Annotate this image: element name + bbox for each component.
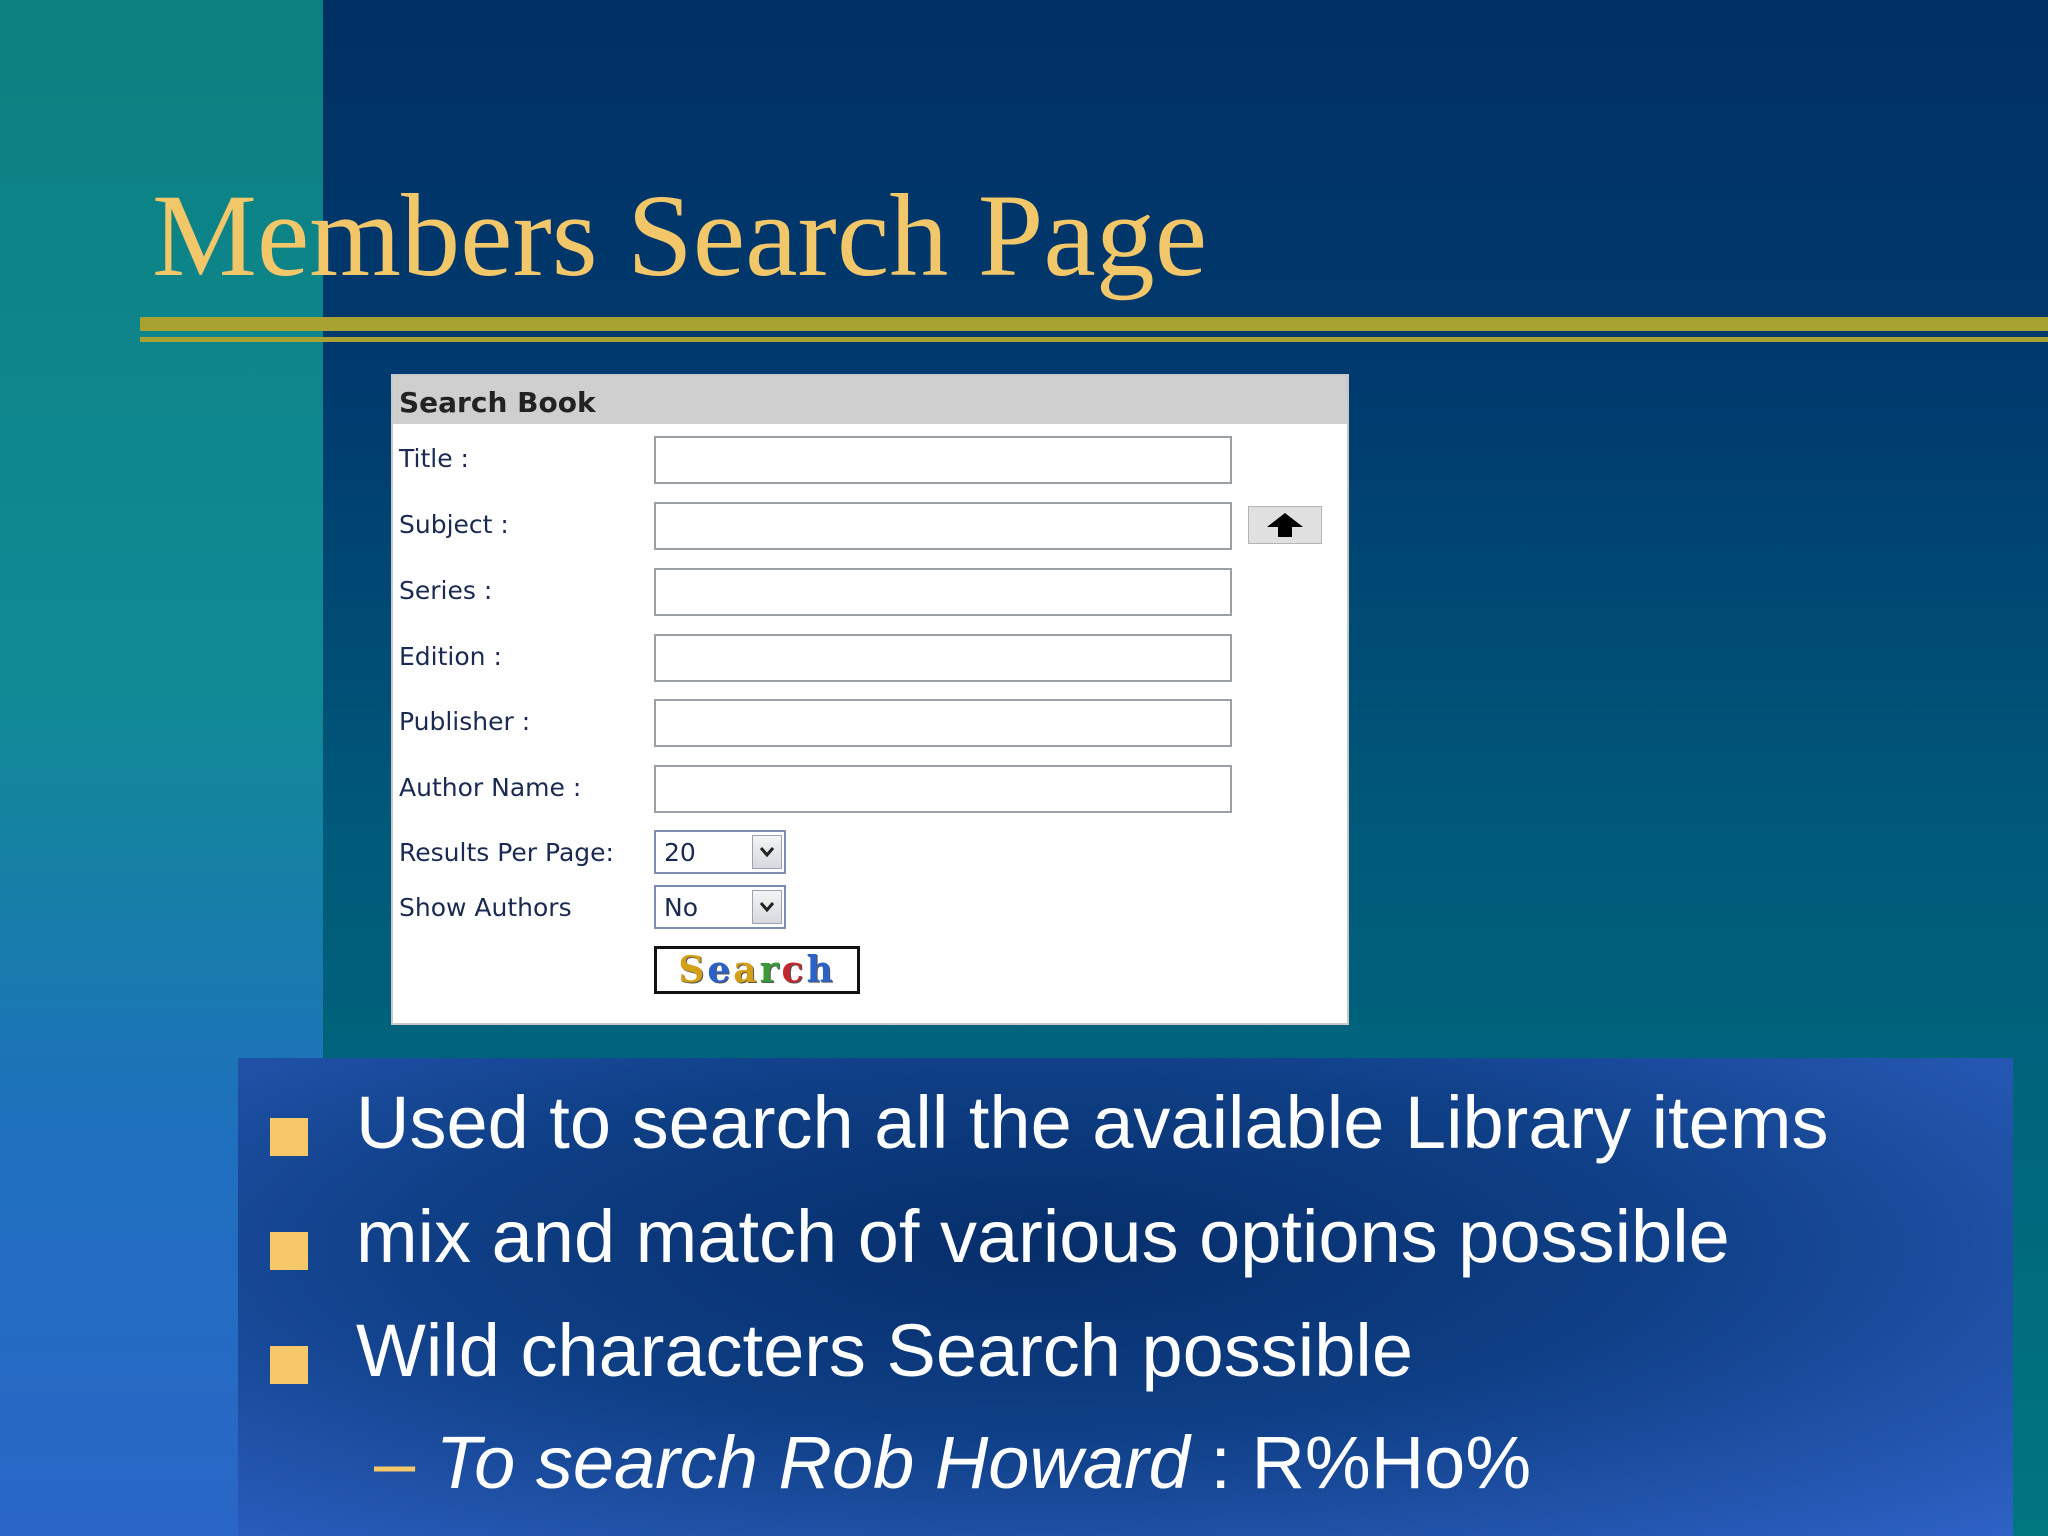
search-button-label: Search: [678, 949, 836, 991]
bullet-marker: [270, 1232, 308, 1270]
results-per-page-select[interactable]: 20: [654, 830, 786, 874]
bullet-text: Wild characters Search possible: [356, 1309, 1413, 1392]
subject-input[interactable]: [654, 502, 1232, 550]
bullet-text: Used to search all the available Library…: [356, 1081, 1829, 1164]
search-book-panel: Search Book Title : Subject : Series : E…: [391, 374, 1349, 1025]
subject-label: Subject :: [399, 510, 509, 539]
title-input[interactable]: [654, 436, 1232, 484]
panel-header: Search Book: [393, 376, 1347, 424]
sub-bullet-italic-text: To search Rob Howard: [435, 1421, 1190, 1504]
bullet-marker: [270, 1346, 308, 1384]
edition-label: Edition :: [399, 642, 502, 671]
search-button[interactable]: Search: [654, 946, 860, 994]
publisher-input[interactable]: [654, 699, 1232, 747]
bullet-marker: [270, 1118, 308, 1156]
publisher-label: Publisher :: [399, 707, 531, 736]
edition-row: Edition :: [393, 634, 1347, 686]
series-input[interactable]: [654, 568, 1232, 616]
show-authors-value: No: [664, 893, 698, 922]
bullet-text: mix and match of various options possibl…: [356, 1195, 1730, 1278]
author-name-row: Author Name :: [393, 765, 1347, 817]
title-rule-thin: [140, 337, 2048, 342]
sub-list-item: – To search Rob Howard : R%Ho%: [374, 1420, 1531, 1505]
subject-picker-button[interactable]: [1248, 506, 1322, 544]
slide-title: Members Search Page: [152, 170, 1208, 301]
title-label: Title :: [399, 444, 469, 473]
sub-bullet-example: : R%Ho%: [1189, 1421, 1532, 1504]
title-rule-thick: [140, 317, 2048, 331]
show-authors-label: Show Authors: [399, 893, 572, 922]
show-authors-select[interactable]: No: [654, 885, 786, 929]
publisher-row: Publisher :: [393, 699, 1347, 751]
sub-bullet-dash: –: [374, 1421, 416, 1504]
results-per-page-row: Results Per Page: 20: [393, 830, 1347, 882]
chevron-down-icon: [759, 902, 775, 913]
results-per-page-label: Results Per Page:: [399, 838, 614, 867]
bullet-list: Used to search all the available Library…: [238, 1058, 2013, 1536]
subject-row: Subject :: [393, 502, 1347, 554]
results-per-page-value: 20: [664, 838, 696, 867]
up-arrow-icon: [1267, 513, 1303, 537]
series-row: Series :: [393, 568, 1347, 620]
results-per-page-dropdown-button[interactable]: [752, 835, 782, 869]
show-authors-dropdown-button[interactable]: [752, 890, 782, 924]
show-authors-row: Show Authors No: [393, 885, 1347, 937]
edition-input[interactable]: [654, 634, 1232, 682]
series-label: Series :: [399, 576, 493, 605]
chevron-down-icon: [759, 847, 775, 858]
author-name-label: Author Name :: [399, 773, 582, 802]
author-name-input[interactable]: [654, 765, 1232, 813]
title-row: Title :: [393, 436, 1347, 488]
